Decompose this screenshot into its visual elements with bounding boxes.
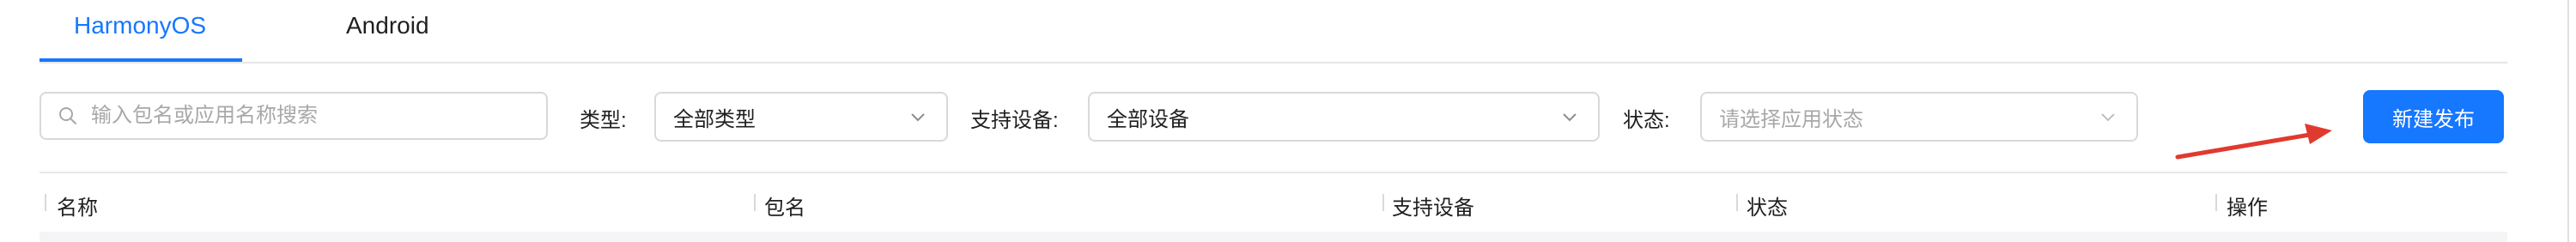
column-header-status: 状态: [1747, 197, 1788, 220]
search-input[interactable]: [89, 103, 539, 129]
search-field[interactable]: [39, 92, 548, 140]
device-filter-label: 支持设备:: [970, 109, 1059, 132]
type-select[interactable]: 全部类型: [654, 92, 948, 142]
device-select[interactable]: 全部设备: [1088, 92, 1600, 142]
column-separator: [45, 194, 46, 211]
chevron-down-icon: [908, 107, 927, 126]
tabs-divider: [39, 62, 2507, 64]
chevron-down-icon: [2099, 107, 2117, 126]
table-body: [39, 232, 2507, 242]
status-select[interactable]: 请选择应用状态: [1700, 92, 2138, 142]
tab-harmonyos[interactable]: HarmonyOS: [74, 12, 206, 39]
section-divider: [39, 172, 2507, 173]
column-separator: [2215, 194, 2217, 211]
column-separator: [1382, 194, 1384, 211]
column-header-devices: 支持设备: [1392, 197, 1474, 220]
annotation-arrow-icon: [2175, 124, 2332, 160]
type-filter-label: 类型:: [580, 109, 627, 132]
tab-android[interactable]: Android: [346, 12, 429, 39]
status-select-placeholder: 请选择应用状态: [1719, 107, 1863, 131]
column-separator: [1736, 194, 1738, 211]
status-filter-label: 状态:: [1623, 109, 1670, 132]
scrollbar-track[interactable]: [2567, 0, 2569, 242]
column-header-actions: 操作: [2227, 197, 2268, 220]
new-release-button[interactable]: 新建发布: [2363, 90, 2504, 143]
column-separator: [754, 194, 756, 211]
device-select-value: 全部设备: [1107, 107, 1189, 131]
search-icon: [57, 105, 79, 127]
column-header-name: 名称: [57, 197, 98, 220]
type-select-value: 全部类型: [673, 107, 756, 131]
column-header-package: 包名: [764, 197, 805, 220]
chevron-down-icon: [1560, 107, 1579, 126]
